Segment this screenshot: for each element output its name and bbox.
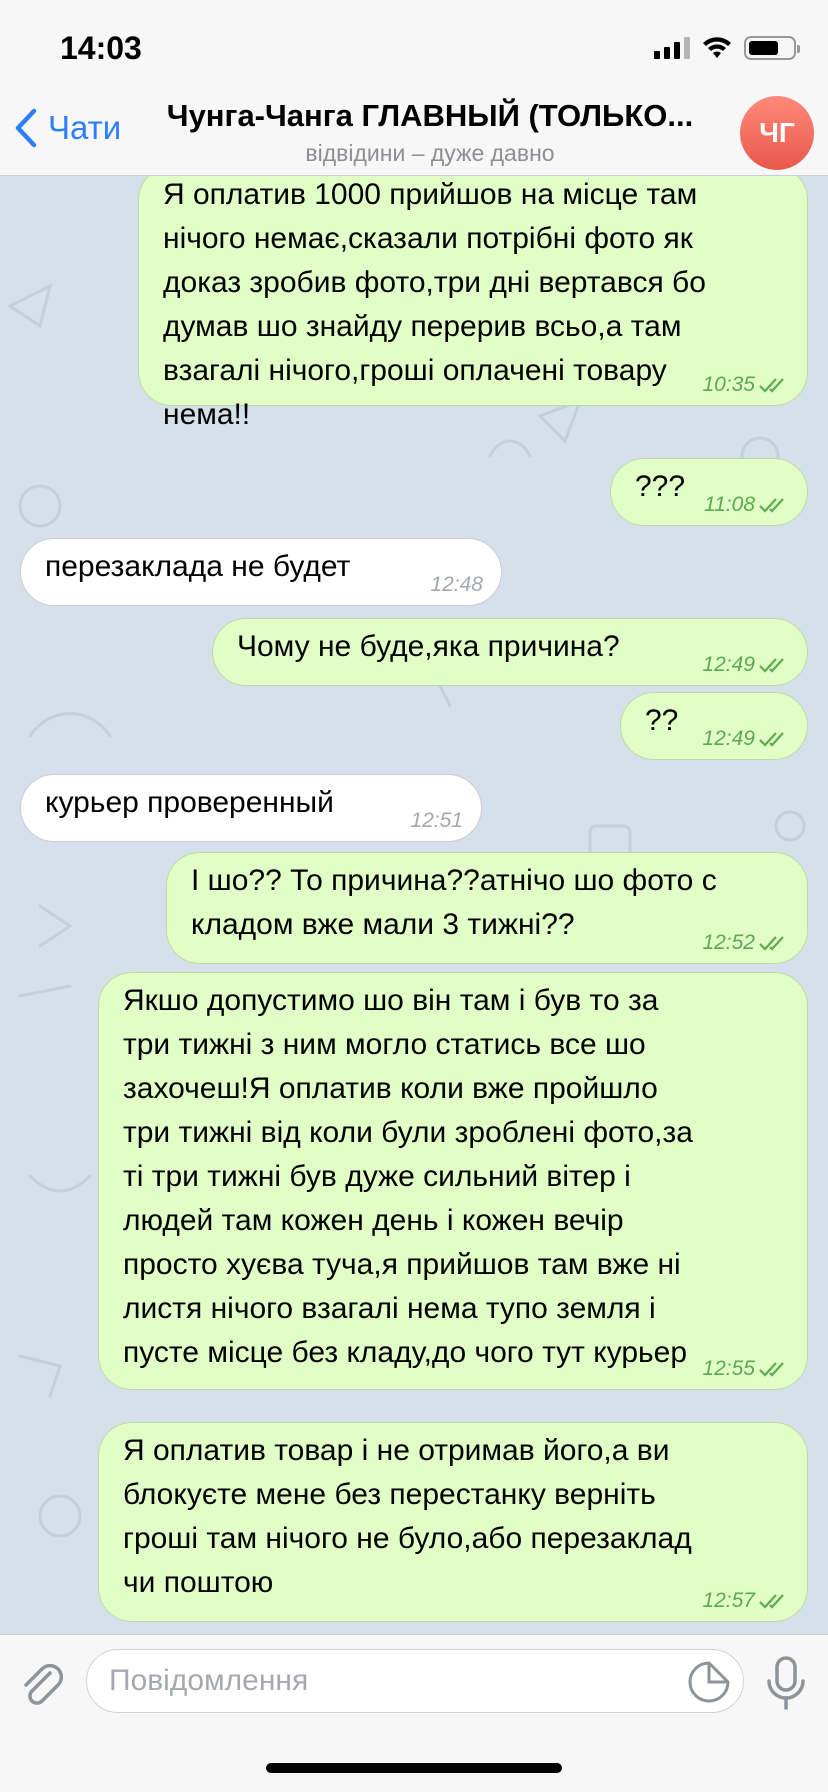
- message-bubble[interactable]: ??? 11:08: [610, 458, 808, 526]
- double-check-icon: [759, 378, 784, 393]
- composer-bar: [0, 1634, 828, 1792]
- message-text: Якшо допустимо шо він там і був то за тр…: [123, 984, 693, 1369]
- message-meta: 11:08: [704, 493, 789, 517]
- top-bar: 14:03 Чати Чунга-Чанга ГЛАВНЫЙ (ТОЛЬКО..…: [0, 0, 828, 176]
- double-check-icon: [759, 498, 784, 513]
- telegram-chat-screen: 14:03 Чати Чунга-Чанга ГЛАВНЫЙ (ТОЛЬКО..…: [0, 0, 828, 1792]
- message-meta: 10:35: [702, 373, 789, 397]
- wifi-icon: [703, 37, 731, 58]
- double-check-icon: [759, 1362, 784, 1377]
- message-time: 12:52: [702, 931, 755, 954]
- double-check-icon: [759, 1594, 784, 1609]
- signal-icon: [654, 37, 690, 59]
- message-text: курьер проверенный: [45, 786, 334, 819]
- status-time: 14:03: [60, 30, 142, 66]
- message-text: І шо?? То причина??атнічо шо фото с клад…: [191, 864, 717, 941]
- message-bubble[interactable]: Я оплатив товар і не отримав його,а ви б…: [98, 1422, 808, 1622]
- message-meta: 12:57: [702, 1589, 789, 1613]
- message-meta: 12:55: [702, 1357, 789, 1381]
- message-text: Я оплатив 1000 прийшов на місце там нічо…: [163, 178, 706, 431]
- back-chevron-icon: [15, 108, 37, 148]
- message-bubble[interactable]: курьер проверенный 12:51: [20, 774, 482, 842]
- message-bubble[interactable]: Я оплатив 1000 прийшов на місце там нічо…: [138, 176, 808, 431]
- message-meta: 12:49: [702, 727, 789, 751]
- microphone-icon[interactable]: [764, 1655, 808, 1711]
- message-time: 12:51: [410, 809, 463, 832]
- avatar[interactable]: ЧГ: [740, 96, 814, 170]
- home-indicator[interactable]: [266, 1763, 562, 1773]
- message-list[interactable]: Я оплатив 1000 прийшов на місце там нічо…: [0, 176, 828, 1634]
- message-text: Я оплатив товар і не отримав його,а ви б…: [123, 1434, 692, 1599]
- sticker-icon[interactable]: [687, 1660, 731, 1704]
- message-bubble[interactable]: перезаклада не будет 12:48: [20, 538, 502, 606]
- message-text: перезаклада не будет: [45, 550, 351, 583]
- double-check-icon: [759, 732, 784, 747]
- double-check-icon: [759, 658, 784, 673]
- battery-icon: [744, 36, 800, 60]
- message-time: 12:48: [430, 573, 483, 596]
- message-bubble[interactable]: ?? 12:49: [620, 692, 808, 760]
- message-bubble[interactable]: Чому не буде,яка причина? 12:49: [212, 618, 808, 686]
- message-input[interactable]: [109, 1660, 649, 1702]
- back-label: Чати: [48, 109, 122, 146]
- double-check-icon: [759, 936, 784, 951]
- message-text: Чому не буде,яка причина?: [237, 630, 620, 663]
- message-bubble[interactable]: І шо?? То причина??атнічо шо фото с клад…: [166, 852, 808, 964]
- message-meta: 12:49: [702, 653, 789, 677]
- chat-title-area[interactable]: Чунга-Чанга ГЛАВНЫЙ (ТОЛЬКО... відвідини…: [140, 98, 720, 167]
- last-seen-status: відвідини – дуже давно: [305, 140, 555, 166]
- message-time: 12:49: [702, 727, 755, 750]
- message-time: 12:57: [702, 1589, 755, 1612]
- status-icons: [654, 36, 800, 60]
- chat-title: Чунга-Чанга ГЛАВНЫЙ (ТОЛЬКО...: [166, 98, 694, 133]
- message-time: 10:35: [702, 373, 755, 396]
- message-bubble[interactable]: Якшо допустимо шо він там і був то за тр…: [98, 972, 808, 1390]
- attach-paperclip-icon[interactable]: [20, 1659, 64, 1711]
- message-time: 12:55: [702, 1357, 755, 1380]
- back-button[interactable]: Чати: [14, 108, 121, 148]
- message-meta: 12:51: [410, 809, 463, 833]
- message-meta: 12:48: [430, 573, 483, 597]
- message-meta: 12:52: [702, 931, 789, 955]
- message-time: 11:08: [704, 493, 755, 516]
- message-time: 12:49: [702, 653, 755, 676]
- message-input-field[interactable]: [86, 1649, 744, 1713]
